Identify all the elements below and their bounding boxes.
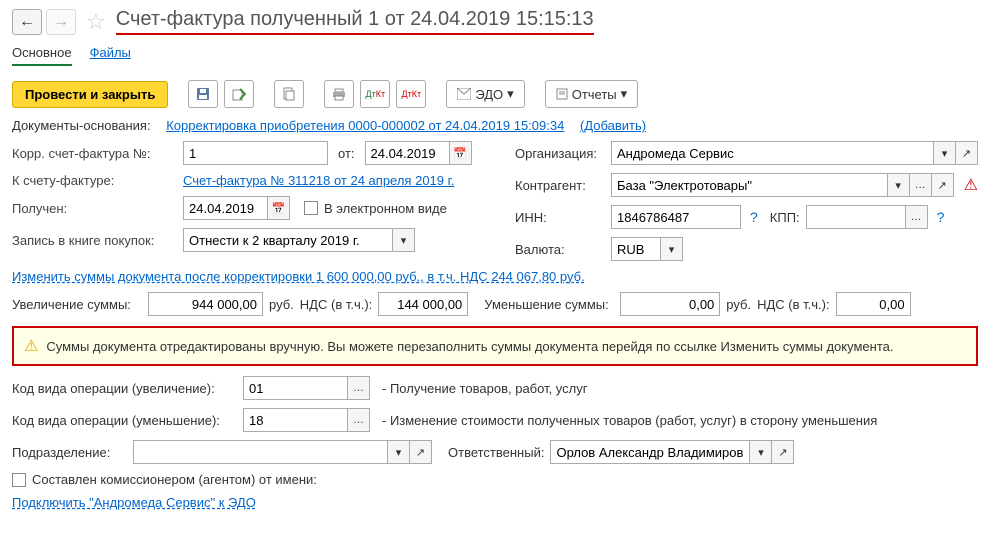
base-docs-label: Документы-основания: xyxy=(12,118,151,133)
more-icon[interactable]: … xyxy=(906,205,928,229)
dropdown-icon[interactable]: ▾ xyxy=(393,228,415,252)
open-icon[interactable]: ↗ xyxy=(932,173,954,197)
alert-icon: ⚠ xyxy=(964,175,978,195)
division-input[interactable] xyxy=(133,440,388,464)
commission-label: Составлен комиссионером (агентом) от име… xyxy=(32,472,317,487)
responsible-label: Ответственный: xyxy=(448,445,544,460)
rub-label: руб. xyxy=(726,297,751,312)
vat-label: НДС (в т.ч.): xyxy=(300,297,373,312)
dropdown-icon: ▾ xyxy=(507,86,514,102)
decrease-vat-input[interactable] xyxy=(836,292,911,316)
op-dec-desc: - Изменение стоимости полученных товаров… xyxy=(382,413,877,428)
inn-label: ИНН: xyxy=(515,210,605,225)
contractor-input[interactable] xyxy=(611,173,888,197)
to-invoice-label: К счету-фактуре: xyxy=(12,173,177,188)
base-docs-add[interactable]: (Добавить) xyxy=(580,118,646,133)
dropdown-icon[interactable]: ▾ xyxy=(888,173,910,197)
base-docs-link[interactable]: Корректировка приобретения 0000-000002 о… xyxy=(166,118,564,133)
help-icon[interactable]: ? xyxy=(937,209,945,225)
electronic-checkbox[interactable] xyxy=(304,201,318,215)
edo-button[interactable]: ЭДО ▾ xyxy=(446,80,524,108)
vat-label: НДС (в т.ч.): xyxy=(757,297,830,312)
more-icon[interactable]: … xyxy=(910,173,932,197)
kpp-input[interactable] xyxy=(806,205,906,229)
more-icon[interactable]: … xyxy=(348,408,370,432)
dropdown-icon[interactable]: ▾ xyxy=(750,440,772,464)
calendar-icon[interactable]: 📅 xyxy=(450,141,472,165)
back-button[interactable]: ← xyxy=(12,9,42,35)
warning-text: Суммы документа отредактированы вручную.… xyxy=(46,339,893,354)
dt-ct-button[interactable]: ДтКт xyxy=(360,80,390,108)
warning-box: ⚠ Суммы документа отредактированы вручну… xyxy=(12,326,978,366)
division-label: Подразделение: xyxy=(12,445,127,460)
help-icon[interactable]: ? xyxy=(750,209,758,225)
from-label: от: xyxy=(338,146,355,161)
commission-checkbox[interactable] xyxy=(12,473,26,487)
corr-date-input[interactable] xyxy=(365,141,450,165)
favorite-icon[interactable]: ☆ xyxy=(86,9,106,35)
warning-icon: ⚠ xyxy=(24,336,38,356)
decrease-label: Уменьшение суммы: xyxy=(484,297,614,312)
forward-button[interactable]: → xyxy=(46,9,76,35)
corr-num-input[interactable] xyxy=(183,141,328,165)
print-button[interactable] xyxy=(324,80,354,108)
op-dec-input[interactable] xyxy=(243,408,348,432)
dropdown-icon[interactable]: ▾ xyxy=(934,141,956,165)
tab-files[interactable]: Файлы xyxy=(90,45,131,66)
open-icon[interactable]: ↗ xyxy=(410,440,432,464)
edo-connect-link[interactable]: Подключить "Андромеда Сервис" к ЭДО xyxy=(12,495,256,510)
responsible-input[interactable] xyxy=(550,440,750,464)
dropdown-icon[interactable]: ▾ xyxy=(661,237,683,261)
op-inc-input[interactable] xyxy=(243,376,348,400)
calendar-icon[interactable]: 📅 xyxy=(268,196,290,220)
page-title: Счет-фактура полученный 1 от 24.04.2019 … xyxy=(116,8,594,35)
increase-label: Увеличение суммы: xyxy=(12,297,142,312)
post-close-button[interactable]: Провести и закрыть xyxy=(12,81,168,108)
post-button[interactable] xyxy=(224,80,254,108)
contractor-label: Контрагент: xyxy=(515,178,605,193)
purchase-book-label: Запись в книге покупок: xyxy=(12,233,177,248)
open-icon[interactable]: ↗ xyxy=(772,440,794,464)
op-inc-label: Код вида операции (увеличение): xyxy=(12,381,237,396)
increase-input[interactable] xyxy=(148,292,263,316)
change-sums-link[interactable]: Изменить суммы документа после корректир… xyxy=(12,269,585,284)
currency-input[interactable] xyxy=(611,237,661,261)
org-input[interactable] xyxy=(611,141,934,165)
electronic-label: В электронном виде xyxy=(324,201,447,216)
purchase-book-input[interactable] xyxy=(183,228,393,252)
increase-vat-input[interactable] xyxy=(378,292,468,316)
op-inc-desc: - Получение товаров, работ, услуг xyxy=(382,381,588,396)
save-button[interactable] xyxy=(188,80,218,108)
received-label: Получен: xyxy=(12,201,177,216)
corr-num-label: Корр. счет-фактура №: xyxy=(12,146,177,161)
op-dec-label: Код вида операции (уменьшение): xyxy=(12,413,237,428)
open-icon[interactable]: ↗ xyxy=(956,141,978,165)
reports-button[interactable]: Отчеты ▾ xyxy=(545,80,638,108)
dt-ct-alt-button[interactable]: ДтКт xyxy=(396,80,426,108)
dropdown-icon: ▾ xyxy=(621,86,628,102)
rub-label: руб. xyxy=(269,297,294,312)
org-label: Организация: xyxy=(515,146,605,161)
create-based-button[interactable] xyxy=(274,80,304,108)
received-date-input[interactable] xyxy=(183,196,268,220)
to-invoice-link[interactable]: Счет-фактура № 311218 от 24 апреля 2019 … xyxy=(183,173,454,188)
currency-label: Валюта: xyxy=(515,242,605,257)
tab-main[interactable]: Основное xyxy=(12,45,72,66)
dropdown-icon[interactable]: ▾ xyxy=(388,440,410,464)
decrease-input[interactable] xyxy=(620,292,720,316)
kpp-label: КПП: xyxy=(770,210,800,225)
more-icon[interactable]: … xyxy=(348,376,370,400)
inn-input[interactable] xyxy=(611,205,741,229)
